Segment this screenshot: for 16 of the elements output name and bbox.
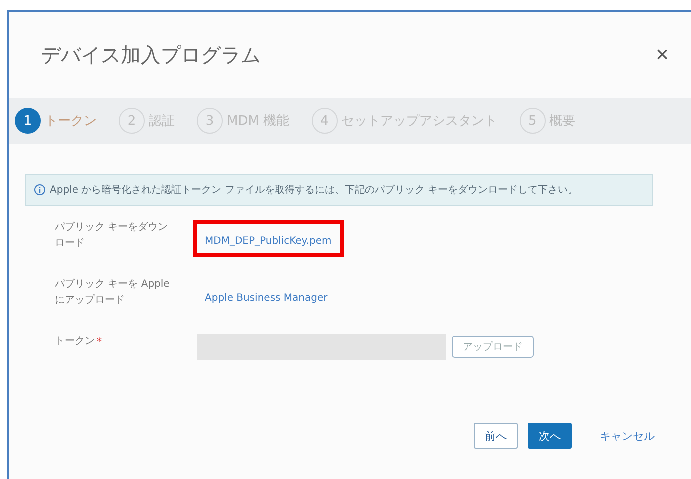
- upload-button[interactable]: アップロード: [452, 336, 534, 358]
- step-label[interactable]: トークン: [45, 112, 97, 130]
- dialog-title: デバイス加入プログラム: [41, 42, 261, 68]
- field-label: パブリック キーを Apple にアップロード: [55, 278, 171, 308]
- field-label: パブリック キーをダウンロード: [55, 220, 170, 251]
- cancel-link[interactable]: キャンセル: [590, 423, 665, 449]
- required-mark: *: [97, 336, 102, 348]
- download-link[interactable]: MDM_DEP_PublicKey.pem: [205, 236, 332, 247]
- next-button[interactable]: 次へ: [528, 423, 572, 449]
- info-icon: [34, 184, 46, 196]
- download-link[interactable]: Apple Business Manager: [205, 293, 328, 304]
- close-button[interactable]: ×: [652, 42, 673, 68]
- info-text: Apple から暗号化された認証トークン ファイルを取得するには、下記のパブリック キーをダウンロードして下さい。: [50, 184, 578, 197]
- back-button[interactable]: 前へ: [474, 423, 518, 449]
- field-label: トークン: [55, 335, 95, 349]
- step-number[interactable]: 1: [15, 108, 41, 134]
